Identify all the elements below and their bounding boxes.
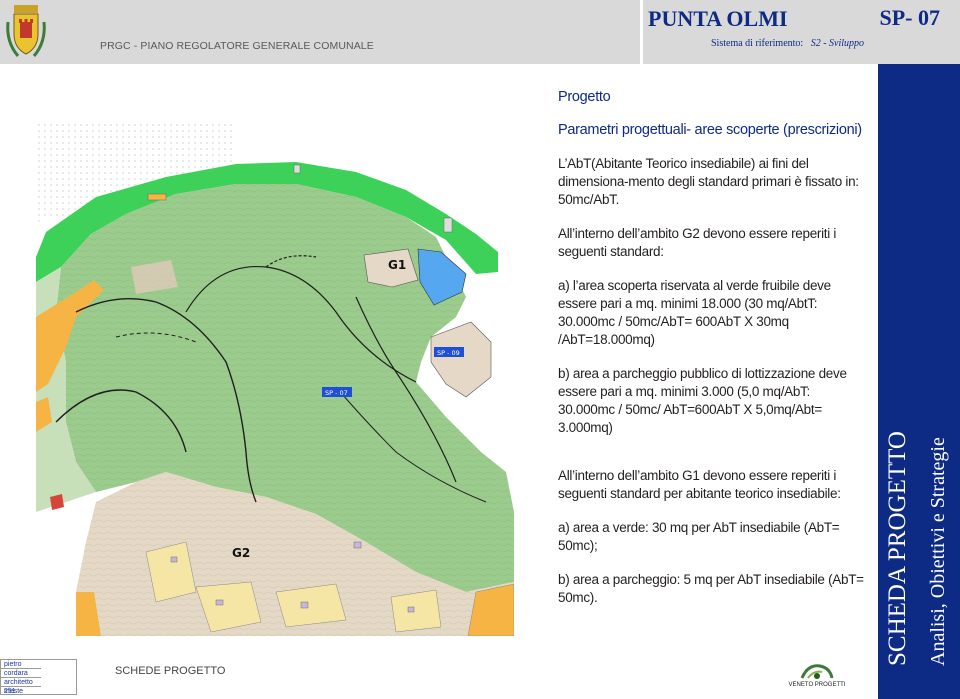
section-heading: Progetto [558, 89, 611, 105]
header-bar: PRGC - PIANO REGOLATORE GENERALE COMUNAL… [0, 0, 640, 64]
paragraph-g1-verde: a) area a verde: 30 mq per AbT insediabi… [558, 520, 840, 553]
reference-value: S2 - Sviluppo [810, 38, 865, 49]
map-label-g2: G2 [232, 546, 250, 560]
reference-system: Sistema di riferimento: S2 - Sviluppo [711, 38, 864, 49]
author-stamp: pietro cordara architetto 251 trieste [0, 659, 77, 695]
author-line: architetto 251 [1, 678, 41, 695]
title-box: PUNTA OLMI SP- 07 Sistema di riferimento… [643, 0, 960, 64]
planning-map: G1 G2 SP - 09 SP - 07 [36, 122, 514, 636]
area-title: PUNTA OLMI [648, 6, 788, 31]
map-label-sp07: SP - 07 [325, 389, 348, 397]
author-line: pietro [1, 660, 41, 669]
reference-label: Sistema di riferimento: [711, 38, 804, 49]
author-line: trieste [4, 688, 24, 695]
paragraph-g2-verde: a) l’area scoperta riservata al verde fr… [558, 278, 831, 347]
document-subtitle: PRGC - PIANO REGOLATORE GENERALE COMUNAL… [100, 40, 374, 52]
author-line: cordara [1, 669, 41, 678]
footer-logo-text: VENETO PROGETTI [788, 682, 846, 688]
sheet-code: SP- 07 [879, 5, 941, 30]
paragraph-g2-intro: All’interno dell’ambito G2 devono essere… [558, 226, 837, 259]
paragraph-g1-parcheggio: b) area a parcheggio: 5 mq per AbT insed… [558, 572, 864, 605]
paragraph-g2-parcheggio: b) area a parcheggio pubblico di lottizz… [558, 366, 847, 435]
municipal-crest-icon [6, 5, 46, 57]
map-label-g1: G1 [388, 258, 406, 272]
map-label-sp09: SP - 09 [437, 349, 460, 357]
side-band-subtitle: Analisi, Obiettivi e Strategie [927, 437, 949, 666]
footer-section-label: SCHEDE PROGETTO [115, 665, 226, 677]
project-description: Progetto Parametri progettuali- aree sco… [558, 88, 867, 607]
paragraph-abt: L’AbT(Abitante Teorico insediabile) ai f… [558, 156, 859, 207]
subsection-heading: Parametri progettuali- aree scoperte (pr… [558, 122, 862, 138]
map-sp09-area [430, 321, 492, 398]
side-band-title: SCHEDA PROGETTO [884, 431, 911, 666]
paragraph-g1-intro: All’interno dell’ambito G1 devono essere… [558, 468, 841, 501]
